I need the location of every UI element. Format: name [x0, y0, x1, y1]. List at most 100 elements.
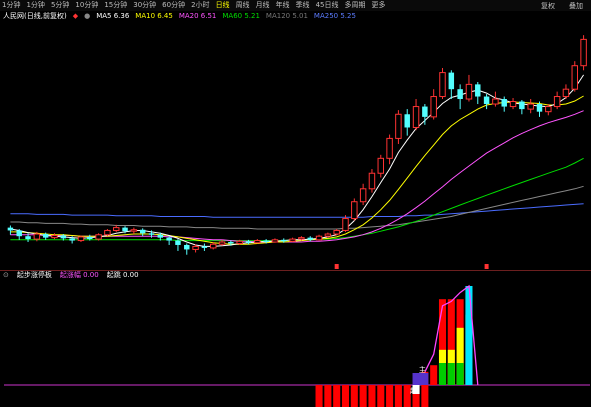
candle-up	[77, 236, 85, 242]
ma-info-bar: 人民网(日线,前复权) ◆ ● MA5 6.36 MA10 6.45 MA20 6.…	[0, 11, 591, 21]
stock-name: 人民网(日线,前复权)	[3, 12, 67, 20]
candle-down	[475, 84, 481, 97]
candle-down	[157, 234, 164, 238]
candle-up	[324, 233, 332, 237]
candle-down	[245, 241, 252, 243]
period-tab-15[interactable]: 更多	[371, 1, 385, 10]
period-tab-8[interactable]: 日线	[216, 1, 230, 10]
period-tab-13[interactable]: 45日线	[316, 1, 339, 10]
candle-up	[465, 83, 473, 100]
indicator-name[interactable]: 起步涨停板	[17, 271, 52, 280]
indicator-header: ⊙ 起步涨停板 起涨幅 0.00 起跳 0.00	[3, 271, 139, 280]
period-tab-1[interactable]: 1分钟	[26, 1, 44, 10]
candle-up	[430, 96, 437, 118]
indicator-bar	[359, 385, 367, 407]
candle-up	[395, 113, 402, 139]
period-tab-4[interactable]: 15分钟	[104, 1, 127, 10]
candle-up	[218, 241, 226, 245]
period-tab-5[interactable]: 30分钟	[133, 1, 156, 10]
candle-up	[545, 106, 552, 113]
period-tab-10[interactable]: 月线	[256, 1, 270, 10]
menubar-right-item-1[interactable]: 叠加	[569, 1, 583, 11]
ma-legend-5: MA250 5.25	[313, 12, 356, 20]
indicator-bar	[333, 385, 341, 407]
period-tab-11[interactable]: 年线	[276, 1, 290, 10]
indicator-value-1: 0.00	[83, 271, 99, 279]
indicator-bar	[377, 385, 385, 407]
candle-up	[509, 101, 517, 108]
period-tab-14[interactable]: 多周期	[344, 1, 365, 10]
ma-legend-4: MA120 5.01	[265, 12, 308, 20]
period-menubar: 1分钟 1分钟 5分钟 10分钟 15分钟 30分钟 60分钟 2小时 日线 周线 月线 年线 季线 45…	[0, 0, 591, 11]
candle-down	[184, 244, 190, 250]
indicator-bar	[341, 385, 350, 407]
candle-up	[95, 234, 102, 240]
candle-down	[16, 230, 22, 237]
candle-up	[104, 229, 111, 236]
candle-up	[527, 103, 534, 110]
stock-chart-window: { "menu": { "items": [ {"label":"1分钟","a…	[0, 0, 591, 407]
candle-up	[368, 172, 376, 190]
candle-up	[333, 229, 340, 235]
candle-up	[130, 229, 138, 232]
start-block	[412, 373, 429, 385]
indicator-menu-icon[interactable]: ⊙	[3, 271, 9, 280]
indicator-bar	[421, 385, 429, 407]
candle-up	[51, 234, 58, 239]
candle-up	[254, 240, 261, 244]
candle-down	[87, 236, 93, 240]
ma60-line	[10, 157, 584, 242]
candle-down	[307, 237, 313, 240]
candle-up	[271, 239, 279, 243]
period-tab-6[interactable]: 60分钟	[162, 1, 185, 10]
main-kline-chart[interactable]	[0, 21, 591, 270]
candle-up	[571, 65, 579, 90]
period-tabs: 1分钟 1分钟 5分钟 10分钟 15分钟 30分钟 60分钟 2小时 日线 周线 月线 年线 季线 45…	[2, 1, 385, 10]
candle-down	[175, 240, 181, 245]
candle-up	[289, 238, 296, 242]
prev-arrow-icon[interactable]: ◆	[73, 11, 78, 21]
indicator-value-2: 0.00	[122, 271, 139, 279]
indicator-bar	[447, 363, 455, 385]
ma-legend-0: MA5 6.36	[96, 12, 130, 20]
period-tab-7[interactable]: 2小时	[191, 1, 209, 10]
indicator-label-2: 起跳 0.00	[106, 271, 139, 279]
candle-down	[501, 99, 507, 107]
candle-up	[412, 106, 420, 128]
ma-info-row: 人民网(日线,前复权) ◆ ● MA5 6.36 MA10 6.45 MA20 6.…	[3, 11, 356, 21]
ma-legend-2: MA20 6.51	[178, 12, 217, 20]
indicator-chart[interactable]: 主起	[0, 280, 591, 407]
candle-up	[492, 98, 499, 105]
candle-up	[112, 227, 120, 231]
indicator-bar	[386, 385, 394, 407]
candle-up	[236, 240, 243, 244]
candle-down	[69, 238, 75, 241]
indicator-bar	[394, 385, 402, 407]
candle-down	[281, 239, 287, 242]
indicator-bar	[465, 286, 473, 385]
candle-up	[298, 237, 305, 240]
period-tab-2[interactable]: 5分钟	[51, 1, 69, 10]
signal-text-2: 起	[410, 387, 417, 395]
indicator-bar	[350, 385, 358, 407]
period-tab-9[interactable]: 周线	[236, 1, 250, 10]
candle-down	[519, 101, 525, 110]
candle-up	[439, 72, 446, 98]
period-tab-12[interactable]: 季线	[296, 1, 310, 10]
candle-down	[60, 235, 67, 239]
candle-up	[580, 38, 587, 67]
candle-down	[483, 96, 490, 105]
candle-up	[377, 157, 385, 174]
ma-legend-3: MA60 5.21	[222, 12, 260, 20]
candle-down	[122, 227, 128, 232]
candle-down	[457, 89, 463, 100]
candle-up	[359, 188, 367, 203]
candle-down	[404, 114, 410, 128]
settings-dot-icon[interactable]: ●	[84, 11, 90, 21]
candle-down	[7, 227, 14, 231]
period-tab-3[interactable]: 10分钟	[75, 1, 98, 10]
period-tab-0[interactable]: 1分钟	[2, 1, 20, 10]
indicator-bar	[438, 363, 447, 385]
menubar-right-item-0[interactable]: 复权	[541, 1, 555, 11]
candle-up	[386, 137, 393, 159]
